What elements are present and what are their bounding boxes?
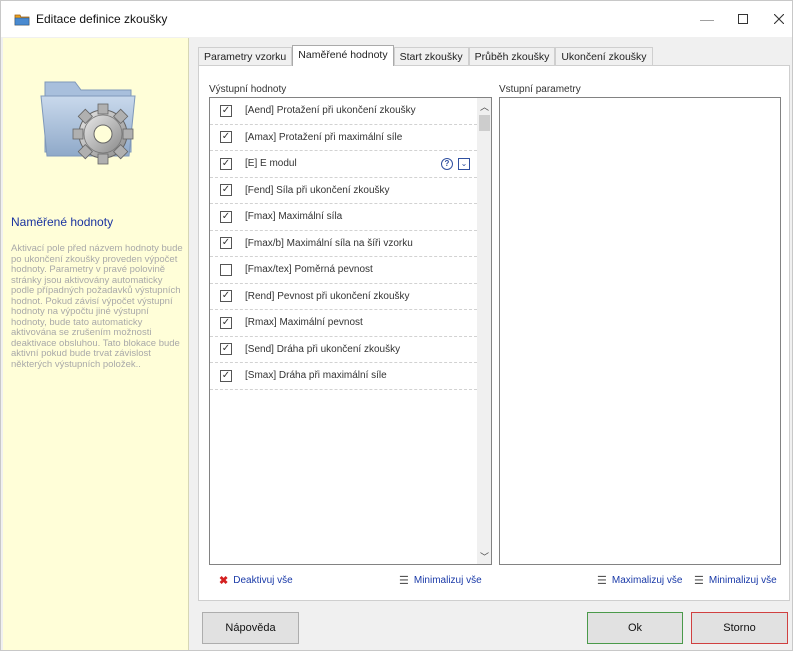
maximize-all-input-link[interactable]: ☰ Maximalizuj vše [597,574,682,587]
output-values-list[interactable]: ✓ [Aend] Protažení při ukončení zkoušky … [209,97,492,565]
list-item-label: [E] E modul [245,158,297,170]
help-button[interactable]: Nápověda [202,612,299,644]
tab-bar: Parametry vzorku Naměřené hodnoty Start … [198,45,653,66]
list-collapse-icon: ☰ [694,575,704,587]
checkbox[interactable]: ✓ [220,290,232,303]
checkbox[interactable]: ✓ [220,343,232,356]
scroll-up-arrow-icon[interactable]: ︿ [477,98,491,114]
minimize-all-label: Minimalizuj vše [413,575,482,586]
tab-test-progress[interactable]: Průběh zkoušky [468,47,556,66]
deactivate-all-link[interactable]: ✖ Deaktivuj vše [219,574,293,587]
tab-test-end[interactable]: Ukončení zkoušky [555,47,653,66]
scroll-down-arrow-icon[interactable]: ﹀ [477,548,491,564]
maximize-icon [738,14,748,24]
list-item[interactable]: [Fmax/tex] Poměrná pevnost [210,257,477,284]
list-collapse-icon: ☰ [399,575,409,587]
tab-test-start[interactable]: Start zkoušky [393,47,469,66]
list-item[interactable]: ✓ [Fend] Síla při ukončení zkoušky [210,178,477,204]
tab-measured-values[interactable]: Naměřené hodnoty [292,45,394,66]
list-item-label: [Send] Dráha při ukončení zkoušky [245,343,401,355]
maximize-button[interactable] [727,7,759,31]
output-values-label: Výstupní hodnoty [209,84,287,95]
ok-button[interactable]: Ok [587,612,683,644]
list-item[interactable]: ✓ [Send] Dráha při ukončení zkoušky [210,337,477,363]
minimize-all-output-link[interactable]: ☰ Minimalizuj vše [399,574,482,587]
checkbox[interactable]: ✓ [220,131,232,144]
deactivate-all-label: Deaktivuj vše [233,575,293,586]
expand-icon[interactable]: ⌄ [458,157,470,170]
checkbox[interactable]: ✓ [220,210,232,223]
list-item[interactable]: ✓ [Aend] Protažení při ukončení zkoušky [210,98,477,125]
cancel-button[interactable]: Storno [691,612,788,644]
app-icon [14,14,30,26]
checkbox[interactable] [220,263,232,276]
minimize-all-input-label: Minimalizuj vše [708,575,777,586]
close-button[interactable] [763,7,793,31]
list-item-label: [Fend] Síla při ukončení zkoušky [245,184,390,196]
folder-settings-icon [40,81,136,165]
minimize-button[interactable]: — [691,7,723,31]
list-item-label: [Fmax] Maximální síla [245,211,343,223]
list-item-label: [Aend] Protažení při ukončení zkoušky [245,105,416,117]
sidebar-title: Naměřené hodnoty [11,215,114,229]
checkbox[interactable]: ✓ [220,369,232,382]
checkbox[interactable]: ✓ [220,316,232,329]
window-title: Editace definice zkoušky [36,12,168,26]
list-item[interactable]: ✓ [Fmax] Maximální síla [210,204,477,231]
list-item[interactable]: ✓ [Smax] Dráha při maximální síle [210,363,477,390]
list-item-label: [Amax] Protažení při maximální síle [245,131,403,143]
list-item-label: [Fmax/tex] Poměrná pevnost [245,264,373,276]
tab-sample-parameters[interactable]: Parametry vzorku [198,47,293,66]
sidebar: Naměřené hodnoty Aktivací pole před názv… [3,38,189,650]
list-item-label: [Rmax] Maximální pevnost [245,317,363,329]
help-icon[interactable]: ? [441,157,453,170]
checkbox[interactable]: ✓ [220,104,232,117]
input-parameters-list[interactable] [499,97,781,565]
checkbox[interactable]: ✓ [220,157,232,170]
dialog-window: Editace definice zkoušky — Naměřené hodn… [0,0,793,651]
list-item-label: [Smax] Dráha při maximální síle [245,370,387,382]
sidebar-description: Aktivací pole před názvem hodnoty bude p… [11,243,183,370]
checkbox[interactable]: ✓ [220,237,232,250]
list-item[interactable]: ✓ [Amax] Protažení při maximální síle [210,125,477,151]
scroll-thumb[interactable] [479,115,490,131]
maximize-all-label: Maximalizuj vše [611,575,683,586]
vertical-scrollbar[interactable]: ︿ ﹀ [477,98,491,564]
input-parameters-label: Vstupní parametry [499,84,581,95]
list-item-label: [Rend] Pevnost při ukončení zkoušky [245,290,410,302]
minimize-all-input-link[interactable]: ☰ Minimalizuj vše [694,574,777,587]
red-x-icon: ✖ [219,575,229,587]
list-item[interactable]: ✓ [E] E modul ? ⌄ [210,151,477,178]
title-bar: Editace definice zkoušky — [1,1,792,37]
list-expand-icon: ☰ [597,575,607,587]
list-item[interactable]: ✓ [Rend] Pevnost při ukončení zkoušky [210,284,477,310]
list-item[interactable]: ✓ [Fmax/b] Maximální síla na šíři vzorku [210,231,477,257]
list-item[interactable]: ✓ [Rmax] Maximální pevnost [210,310,477,337]
close-icon [774,14,784,24]
checkbox[interactable]: ✓ [220,184,232,197]
list-item-label: [Fmax/b] Maximální síla na šíři vzorku [245,237,413,249]
